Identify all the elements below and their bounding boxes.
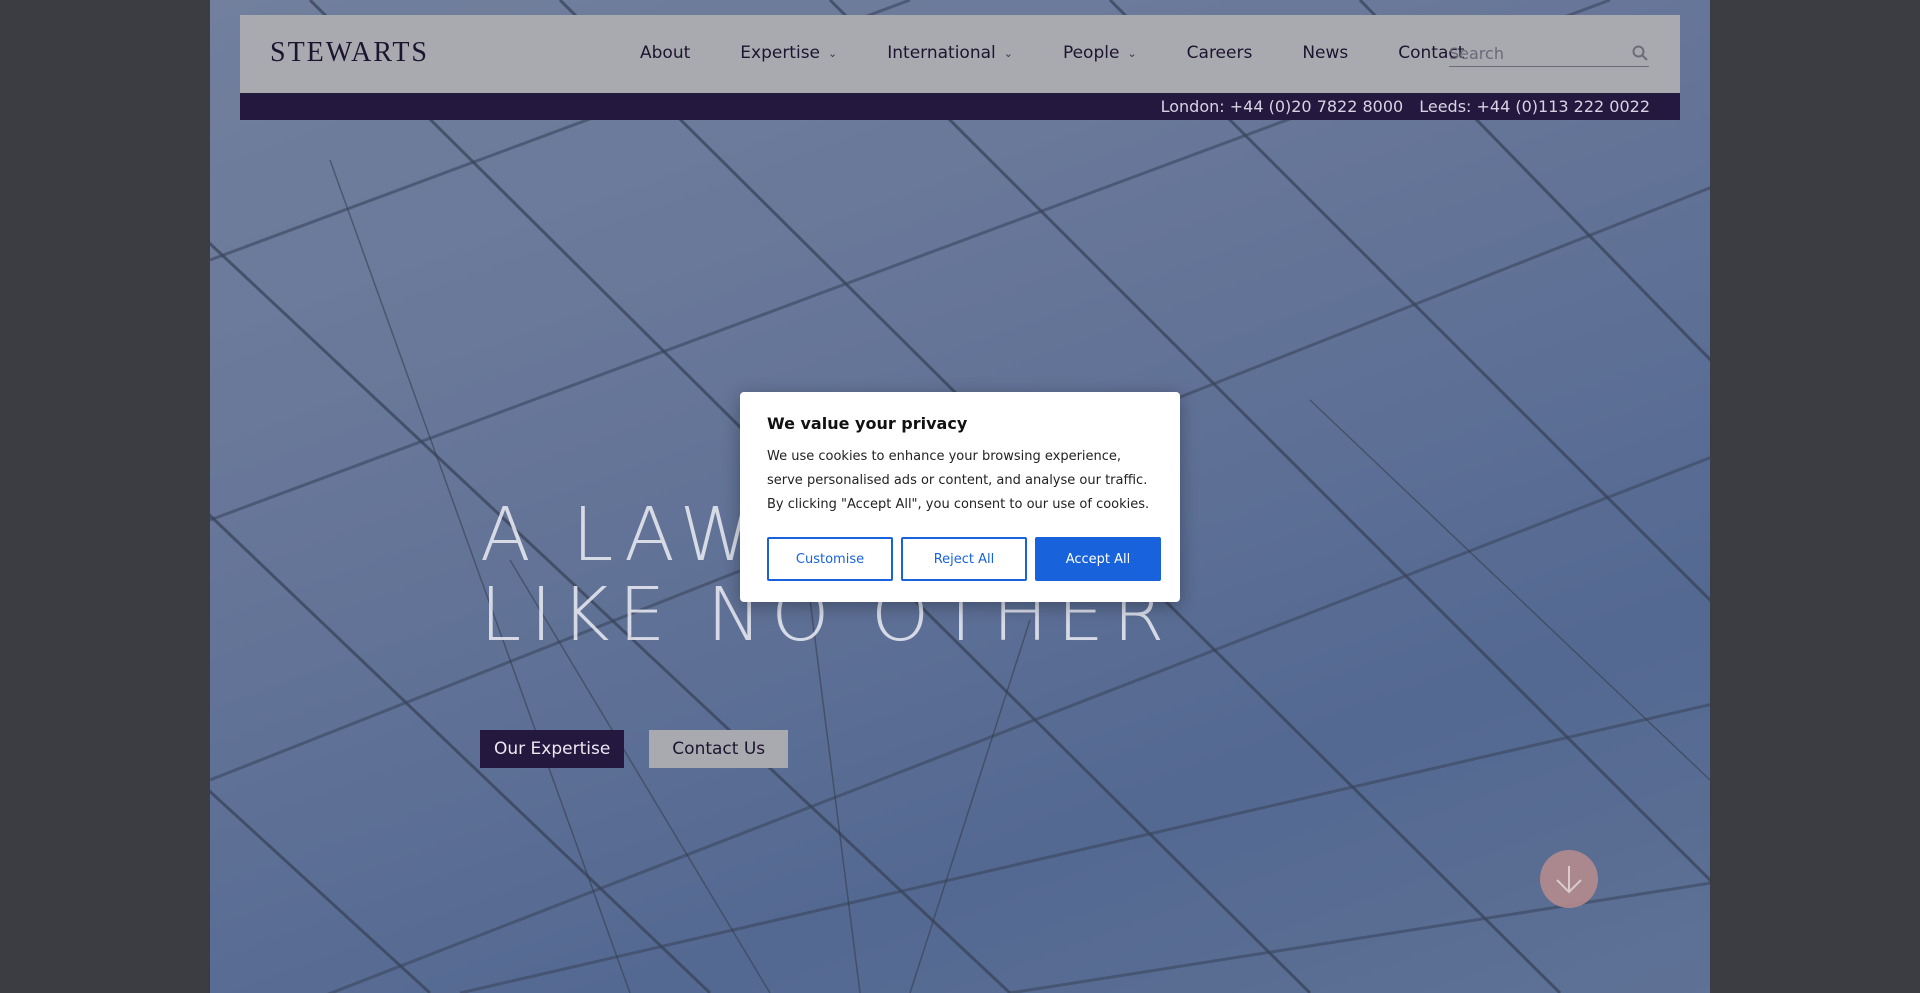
phone-london[interactable]: London: +44 (0)20 7822 8000 (1161, 97, 1404, 116)
customise-button[interactable]: Customise (767, 537, 893, 581)
nav-people-label: People (1062, 43, 1120, 63)
phone-leeds[interactable]: Leeds: +44 (0)113 222 0022 (1419, 97, 1650, 116)
chevron-down-icon: ⌄ (1127, 46, 1137, 60)
cookie-text: We use cookies to enhance your browsing … (767, 449, 1150, 512)
cookie-title: We value your privacy (767, 414, 968, 433)
search-box (1449, 41, 1649, 67)
nav-news[interactable]: News (1302, 43, 1348, 63)
chevron-down-icon: ⌄ (828, 46, 838, 60)
nav-about-label: About (640, 43, 691, 63)
search-input[interactable] (1449, 44, 1619, 63)
nav-international-label: International (887, 43, 996, 63)
accept-all-button[interactable]: Accept All (1035, 537, 1161, 581)
chevron-down-icon: ⌄ (1003, 46, 1013, 60)
cookie-consent-dialog: We value your privacy We use cookies to … (740, 392, 1180, 602)
arrow-down-icon (1556, 866, 1582, 894)
site-header: STEWARTS About Expertise ⌄ International… (240, 15, 1680, 93)
search-icon[interactable] (1631, 44, 1649, 62)
stewarts-logo[interactable]: STEWARTS (270, 37, 429, 69)
nav-careers[interactable]: Careers (1187, 43, 1253, 63)
main-nav: About Expertise ⌄ International ⌄ People… (640, 43, 1514, 63)
nav-expertise[interactable]: Expertise ⌄ (740, 43, 837, 63)
hero-buttons: Our Expertise Contact Us (480, 730, 789, 768)
nav-careers-label: Careers (1186, 43, 1253, 63)
nav-international[interactable]: International ⌄ (887, 43, 1013, 63)
our-expertise-button[interactable]: Our Expertise (480, 730, 625, 768)
nav-about[interactable]: About (640, 43, 690, 63)
nav-expertise-label: Expertise (740, 43, 821, 63)
contact-us-button[interactable]: Contact Us (649, 730, 789, 768)
cookie-buttons: Customise Reject All Accept All (767, 537, 1161, 581)
scroll-down-button[interactable] (1540, 850, 1598, 908)
nav-people[interactable]: People ⌄ (1063, 43, 1137, 63)
nav-news-label: News (1302, 43, 1349, 63)
reject-all-button[interactable]: Reject All (901, 537, 1027, 581)
contact-bar: London: +44 (0)20 7822 8000 Leeds: +44 (… (240, 93, 1680, 120)
